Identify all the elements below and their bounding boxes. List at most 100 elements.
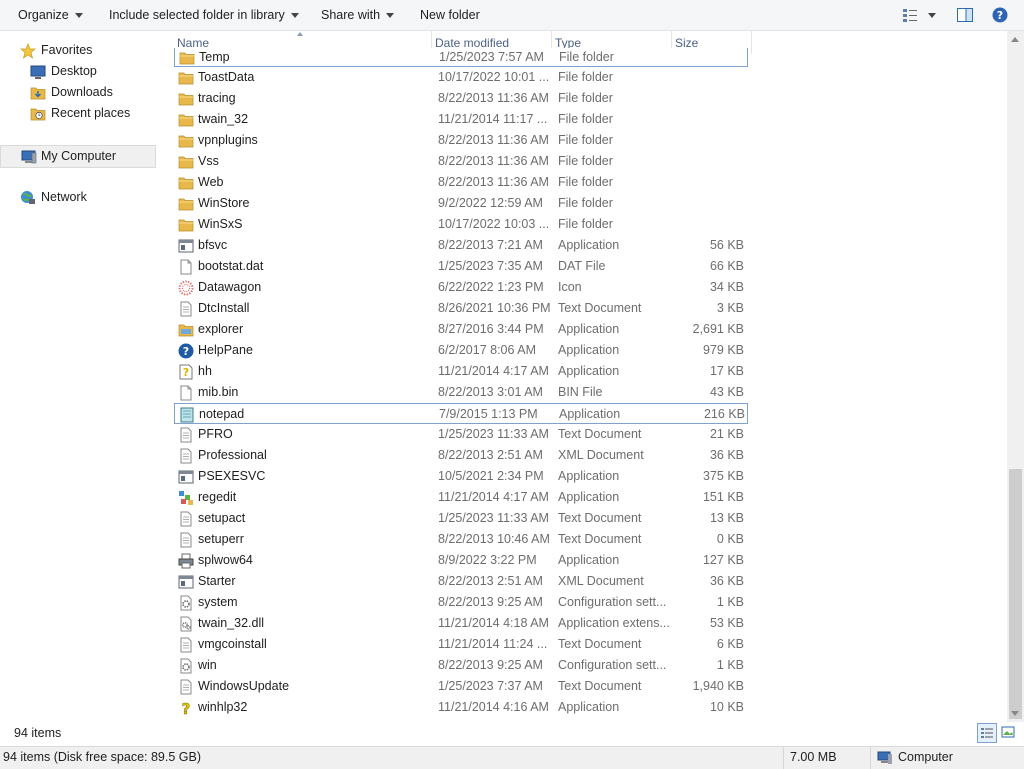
folder-icon xyxy=(178,133,194,149)
file-row[interactable]: WinStore 9/2/2022 12:59 AM File folder xyxy=(174,193,748,214)
file-row[interactable]: Datawagon 6/22/2022 1:23 PM Icon 34 KB xyxy=(174,277,748,298)
nav-network[interactable]: Network xyxy=(0,187,150,208)
file-type: BIN File xyxy=(558,385,603,399)
printer-icon xyxy=(178,553,194,569)
file-date-modified: 8/22/2013 2:51 AM xyxy=(438,574,543,588)
nav-network-label: Network xyxy=(41,190,87,204)
file-row[interactable]: win 8/22/2013 9:25 AM Configuration sett..… xyxy=(174,655,748,676)
include-in-library-button[interactable]: Include selected folder in library xyxy=(109,0,299,30)
file-date-modified: 8/26/2021 10:36 PM xyxy=(438,301,551,315)
file-name: twain_32 xyxy=(198,112,249,126)
details-view-button[interactable] xyxy=(977,723,997,743)
file-size: 6 KB xyxy=(716,637,744,651)
file-type: Application xyxy=(558,238,620,252)
file-name: Datawagon xyxy=(198,280,262,294)
file-row[interactable]: mib.bin 8/22/2013 3:01 AM BIN File 43 KB xyxy=(174,382,748,403)
nav-downloads[interactable]: Downloads xyxy=(0,82,150,103)
scroll-down-arrow-icon[interactable] xyxy=(1011,711,1019,716)
file-row[interactable]: PFRO 1/25/2023 11:33 AM Text Document 21 KB xyxy=(174,424,748,445)
file-row[interactable]: explorer 8/27/2016 3:44 PM Application 2,69… xyxy=(174,319,748,340)
file-size: 0 KB xyxy=(716,532,744,546)
file-row[interactable]: DtcInstall 8/26/2021 10:36 PM Text Documen… xyxy=(174,298,748,319)
file-row[interactable]: setuperr 8/22/2013 10:46 AM Text Document 0… xyxy=(174,529,748,550)
text-icon xyxy=(178,637,194,653)
file-row[interactable]: Vss 8/22/2013 11:36 AM File folder xyxy=(174,151,748,172)
file-row[interactable]: splwow64 8/9/2022 3:22 PM Application 127 K… xyxy=(174,550,748,571)
file-date-modified: 11/21/2014 4:18 AM xyxy=(438,616,549,630)
file-type: Application xyxy=(558,469,620,483)
file-row[interactable]: ToastData 10/17/2022 10:01 ... File folder xyxy=(174,67,748,88)
scrollbar-thumb[interactable] xyxy=(1009,469,1022,719)
file-date-modified: 8/22/2013 2:51 AM xyxy=(438,448,543,462)
file-date-modified: 11/21/2014 4:16 AM xyxy=(438,700,549,714)
file-name: splwow64 xyxy=(198,553,253,567)
file-date-modified: 7/9/2015 1:13 PM xyxy=(439,407,538,421)
navigation-pane: Favorites Desktop Downloads Recent place… xyxy=(0,31,158,721)
file-row[interactable]: Temp 1/25/2023 7:57 AM File folder xyxy=(174,48,748,67)
file-row[interactable]: vmgcoinstall 11/21/2014 11:24 ... Text Doc… xyxy=(174,634,748,655)
file-row[interactable]: Professional 8/22/2013 2:51 AM XML Documen… xyxy=(174,445,748,466)
organize-button[interactable]: Organize xyxy=(18,0,83,30)
large-icons-view-button[interactable] xyxy=(999,723,1019,743)
file-row[interactable]: twain_32.dll 11/21/2014 4:18 AM Applicatio… xyxy=(174,613,748,634)
computer-icon xyxy=(877,751,893,768)
file-size: 66 KB xyxy=(709,259,744,273)
preview-pane-icon[interactable] xyxy=(957,7,973,26)
file-size: 1,940 KB xyxy=(692,679,744,693)
nav-recent-places[interactable]: Recent places xyxy=(0,103,150,124)
file-type: File folder xyxy=(558,112,613,126)
file-row[interactable]: tracing 8/22/2013 11:36 AM File folder xyxy=(174,88,748,109)
file-row[interactable]: regedit 11/21/2014 4:17 AM Application 151 … xyxy=(174,487,748,508)
new-folder-button[interactable]: New folder xyxy=(420,0,480,30)
app-icon xyxy=(178,469,194,485)
organize-label: Organize xyxy=(18,8,69,22)
file-row[interactable]: Starter 8/22/2013 2:51 AM XML Document 36 K… xyxy=(174,571,748,592)
file-row[interactable]: ? hh 11/21/2014 4:17 AM Application 17 KB xyxy=(174,361,748,382)
file-row[interactable]: vpnplugins 8/22/2013 11:36 AM File folder xyxy=(174,130,748,151)
nav-favorites[interactable]: Favorites xyxy=(0,40,150,61)
text-icon xyxy=(178,511,194,527)
file-row[interactable]: setupact 1/25/2023 11:33 AM Text Document 1… xyxy=(174,508,748,529)
chevron-down-icon xyxy=(74,13,83,19)
file-type: Application xyxy=(558,490,620,504)
file-name: mib.bin xyxy=(198,385,239,399)
pinwheel-icon xyxy=(178,280,194,296)
view-options-icon[interactable] xyxy=(902,7,942,26)
file-name: DtcInstall xyxy=(198,301,250,315)
help-icon[interactable]: ? xyxy=(992,7,1008,26)
file-type: Application extens... xyxy=(558,616,670,630)
file-size: 56 KB xyxy=(709,238,744,252)
file-row[interactable]: ? HelpPane 6/2/2017 8:06 AM Application 979 … xyxy=(174,340,748,361)
file-row[interactable]: ? winhlp32 11/21/2014 4:16 AM Application 10… xyxy=(174,697,748,719)
file-row[interactable]: PSEXESVC 10/5/2021 2:34 PM Application 375 … xyxy=(174,466,748,487)
file-row[interactable]: notepad 7/9/2015 1:13 PM Application 216 KB xyxy=(174,403,748,424)
file-name: regedit xyxy=(198,490,237,504)
file-type: Text Document xyxy=(558,427,642,441)
file-row[interactable]: WinSxS 10/17/2022 10:03 ... File folder xyxy=(174,214,748,235)
file-row[interactable]: Web 8/22/2013 11:36 AM File folder xyxy=(174,172,748,193)
scroll-up-arrow-icon[interactable] xyxy=(1011,37,1019,42)
share-with-button[interactable]: Share with xyxy=(321,0,395,30)
file-row[interactable]: bootstat.dat 1/25/2023 7:35 AM DAT File 66 … xyxy=(174,256,748,277)
file-date-modified: 8/22/2013 3:01 AM xyxy=(438,385,543,399)
nav-downloads-label: Downloads xyxy=(51,85,113,99)
file-date-modified: 8/22/2013 10:46 AM xyxy=(438,532,550,546)
file-row[interactable]: twain_32 11/21/2014 11:17 ... File folder xyxy=(174,109,748,130)
file-date-modified: 10/17/2022 10:01 ... xyxy=(438,70,550,84)
file-row[interactable]: bfsvc 8/22/2013 7:21 AM Application 56 KB xyxy=(174,235,748,256)
nav-desktop[interactable]: Desktop xyxy=(0,61,150,82)
nav-my-computer[interactable]: My Computer xyxy=(0,145,156,168)
file-row[interactable]: WindowsUpdate 1/25/2023 7:37 AM Text Docum… xyxy=(174,676,748,697)
vertical-scrollbar[interactable] xyxy=(1007,31,1024,722)
file-size: 375 KB xyxy=(702,469,744,483)
file-date-modified: 1/25/2023 7:35 AM xyxy=(438,259,543,273)
file-row[interactable]: system 8/22/2013 9:25 AM Configuration set… xyxy=(174,592,748,613)
file-name: win xyxy=(198,658,217,672)
status-selection-size: 7.00 MB xyxy=(790,750,837,764)
app-icon xyxy=(178,238,194,254)
large-icons-view-icon xyxy=(1001,726,1015,738)
file-name: Professional xyxy=(198,448,267,462)
file-size: 216 KB xyxy=(703,407,745,421)
nav-my-computer-label: My Computer xyxy=(41,149,117,163)
file-date-modified: 6/2/2017 8:06 AM xyxy=(438,343,536,357)
